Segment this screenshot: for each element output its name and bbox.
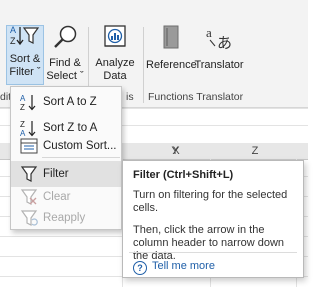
menu-item-label: Filter bbox=[43, 168, 69, 180]
sort-filter-button-content[interactable]: A Z Sort & Filter ˇ bbox=[6, 24, 44, 79]
svg-text:A: A bbox=[10, 25, 16, 35]
translator-label: Translator bbox=[194, 59, 244, 71]
reference-button[interactable]: Reference bbox=[146, 24, 197, 72]
tooltip-paragraph: Then, click the arrow in the column head… bbox=[133, 224, 285, 262]
analyze-data-label-2: Data bbox=[103, 70, 127, 82]
filter-tooltip: Filter (Ctrl+Shift+L) Turn on filtering … bbox=[122, 160, 304, 278]
analyze-data-icon bbox=[92, 24, 138, 54]
translator-icon: a あ bbox=[194, 24, 244, 56]
book-icon bbox=[146, 24, 194, 56]
svg-text:Z: Z bbox=[10, 36, 16, 46]
tooltip-paragraph: Turn on filtering for the selected cells… bbox=[133, 189, 288, 214]
filter-icon bbox=[19, 165, 39, 183]
translator-button[interactable]: a あ Translator bbox=[194, 24, 244, 72]
tooltip-separator bbox=[129, 252, 297, 253]
column-header-y[interactable]: Y bbox=[140, 143, 210, 159]
custom-sort-icon bbox=[19, 137, 39, 155]
analyze-data-label-1: Analyze bbox=[95, 57, 135, 69]
clear-filter-icon bbox=[19, 188, 39, 206]
group-label-analysis: is bbox=[126, 91, 134, 103]
find-select-button[interactable]: Find & Select ˇ bbox=[45, 24, 85, 83]
help-icon: ? bbox=[133, 261, 147, 275]
find-select-label-1: Find & bbox=[49, 57, 81, 69]
svg-text:Z: Z bbox=[20, 120, 25, 129]
analyze-data-button[interactable]: Analyze Data bbox=[92, 24, 138, 83]
reapply-icon bbox=[19, 209, 39, 227]
menu-item-reapply[interactable]: Reapply bbox=[11, 205, 121, 231]
magnifier-icon bbox=[45, 24, 85, 54]
sort-filter-icon: A Z bbox=[6, 24, 44, 50]
svg-text:Z: Z bbox=[20, 103, 25, 111]
svg-text:a: a bbox=[206, 25, 212, 40]
find-select-label-2: Select ˇ bbox=[46, 70, 84, 82]
svg-text:あ: あ bbox=[217, 34, 232, 52]
column-header-z[interactable]: Z bbox=[215, 143, 295, 159]
menu-item-label: Custom Sort... bbox=[43, 140, 117, 152]
menu-item-sort-a-to-z[interactable]: A Z Sort A to Z bbox=[11, 89, 121, 115]
svg-text:A: A bbox=[20, 94, 26, 103]
sort-filter-menu: A Z Sort A to Z Z A Sort Z to A Custom S… bbox=[10, 86, 122, 230]
sort-az-icon: A Z bbox=[19, 93, 39, 112]
sort-filter-label-1: Sort & bbox=[9, 53, 41, 65]
tooltip-title: Filter (Ctrl+Shift+L) bbox=[133, 169, 234, 181]
ribbon-separator bbox=[143, 27, 144, 103]
menu-separator bbox=[42, 157, 120, 158]
sort-filter-label-2: Filter ˇ bbox=[9, 66, 41, 78]
menu-item-label: Reapply bbox=[43, 212, 86, 224]
tell-me-more-link[interactable]: ? Tell me more bbox=[133, 260, 215, 275]
menu-item-label: Sort A to Z bbox=[43, 96, 97, 108]
group-label-functions-translator: Functions Translator bbox=[148, 91, 244, 103]
menu-item-label: Clear bbox=[43, 191, 71, 203]
menu-item-custom-sort[interactable]: Custom Sort... bbox=[11, 133, 121, 159]
reference-label: Reference bbox=[146, 59, 197, 71]
tell-me-more-label: Tell me more bbox=[152, 260, 215, 272]
